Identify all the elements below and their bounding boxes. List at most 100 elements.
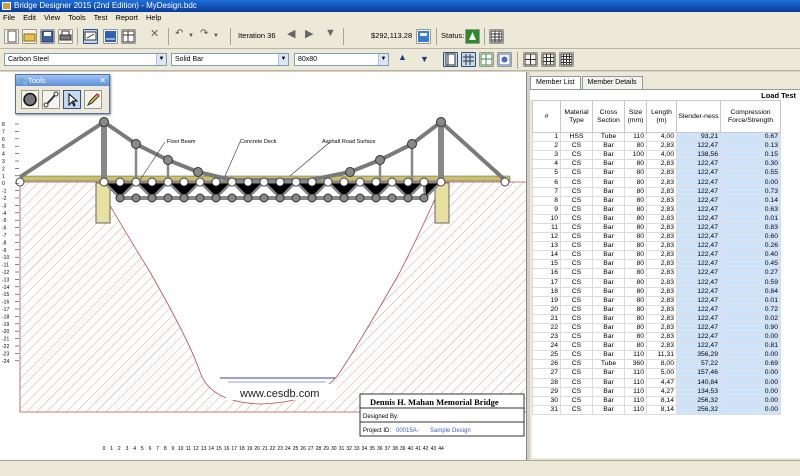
redo-icon[interactable]: ↷ [200,28,208,39]
member-tool-button[interactable] [42,90,60,109]
table-row[interactable]: 31 CS Bar 110 8,14 256,32 0.00 [532,404,781,415]
drawing-board[interactable]: Floor Beam Concrete Deck Asphalt Road Su… [0,72,527,460]
table-row[interactable]: 4 CS Bar 80 2,83 122,47 0.30 [532,159,781,170]
menu-test[interactable]: Test [94,12,108,24]
column-header[interactable]: Slender-ness [676,100,721,133]
close-icon[interactable]: ✕ [99,75,106,86]
bridge-drawing[interactable]: Floor Beam Concrete Deck Asphalt Road Su… [0,72,527,460]
table-cell: 157,46 [676,368,721,379]
medium-grid-button[interactable] [479,52,494,67]
table-cell: 80 [624,332,647,343]
fine-grid-button[interactable] [461,52,476,67]
print-button[interactable] [58,29,73,44]
tab-member-details[interactable]: Member Details [581,76,643,89]
size-select[interactable]: 80x80 ▼ [294,53,389,66]
table-row[interactable]: 7 CS Bar 80 2,83 122,47 0.73 [532,186,781,197]
table-row[interactable]: 19 CS Bar 80 2,83 122,47 0.01 [532,295,781,306]
table-cell: Bar [592,295,625,306]
table-row[interactable]: 20 CS Bar 80 2,83 122,47 0.72 [532,304,781,315]
column-header[interactable]: # [532,100,561,133]
table-row[interactable]: 18 CS Bar 80 2,83 122,47 0.84 [532,286,781,297]
table-row[interactable]: 24 CS Bar 80 2,83 122,47 0.81 [532,341,781,352]
show-grid-button[interactable] [443,52,458,67]
redo-dropdown-icon[interactable]: ▼ [213,33,219,39]
coarse-grid-button[interactable] [497,52,512,67]
material-select[interactable]: Carbon Steel ▼ [4,53,167,66]
increase-size-icon[interactable]: ▲ [398,52,407,62]
table-row[interactable]: 17 CS Bar 80 2,83 122,47 0.59 [532,277,781,288]
table-cell: Bar [592,159,625,170]
x-tick-label: 20 [254,446,260,452]
column-header[interactable]: Compression Force/Strength [720,100,781,133]
table-cell: 2,83 [646,341,677,352]
tools-title-bar[interactable]: 🔧 Tools ✕ [16,75,109,86]
table-row[interactable]: 16 CS Bar 80 2,83 122,47 0.27 [532,268,781,279]
table-row[interactable]: 1 HSS Tube 110 4,00 93,21 0.67 [532,131,781,143]
table-row[interactable]: 6 CS Bar 80 2,83 122,47 0.00 [532,177,781,188]
report-button[interactable] [489,29,504,44]
tools-palette[interactable]: 🔧 Tools ✕ [15,74,110,114]
table-row[interactable]: 22 CS Bar 80 2,83 122,47 0.90 [532,322,781,334]
table-row[interactable]: 21 CS Bar 80 2,83 122,47 0.02 [532,313,781,324]
grid-layout-1-button[interactable] [523,52,538,67]
table-row[interactable]: 3 CS Bar 100 4,00 138,56 0.15 [532,150,781,161]
table-row[interactable]: 2 CS Bar 80 2,83 122,47 0.13 [532,141,781,152]
table-row[interactable]: 30 CS Bar 110 8,14 256,32 0.00 [532,395,781,406]
menu-edit[interactable]: Edit [23,12,36,24]
open-file-button[interactable] [22,29,37,44]
table-row[interactable]: 26 CS Tube 360 8,00 57,22 0.69 [532,359,781,370]
undo-icon[interactable]: ↶ [175,28,183,39]
eraser-tool-button[interactable] [84,90,102,109]
member-table-container[interactable]: # Material Type Cross Section Size (mm) … [532,100,800,458]
table-row[interactable]: 15 CS Bar 80 2,83 122,47 0.45 [532,259,781,270]
drawing-board-button[interactable] [83,29,98,44]
menu-file[interactable]: File [3,12,15,24]
member-table-button[interactable] [121,29,136,44]
menu-tools[interactable]: Tools [68,12,86,24]
table-row[interactable]: 27 CS Bar 110 5,00 157,46 0.00 [532,368,781,379]
undo-dropdown-icon[interactable]: ▼ [188,33,194,39]
select-tool-button[interactable] [63,90,81,109]
column-header[interactable]: Material Type [560,100,593,133]
menu-report[interactable]: Report [115,12,138,24]
iteration-dropdown-icon[interactable]: ▼ [325,27,336,39]
decrease-size-icon[interactable]: ▼ [420,54,429,64]
save-button[interactable] [40,29,55,44]
status-indicator[interactable] [465,29,480,44]
grid-layout-2-button[interactable] [541,52,556,67]
grid-layout-3-button[interactable] [559,52,574,67]
table-row[interactable]: 8 CS Bar 80 2,83 122,47 0.14 [532,195,781,206]
column-header[interactable]: Length (m) [646,100,677,133]
tab-member-list[interactable]: Member List [530,76,581,90]
table-row[interactable]: 9 CS Bar 80 2,83 122,47 0.63 [532,204,781,215]
y-tick-label: -22 [2,344,9,350]
table-row[interactable]: 5 CS Bar 80 2,83 122,47 0.55 [532,168,781,179]
table-row[interactable]: 29 CS Bar 110 4,27 134,53 0.00 [532,386,781,397]
table-row[interactable]: 28 CS Bar 110 4,47 140,84 0.00 [532,377,781,388]
cost-report-button[interactable] [416,29,431,44]
menu-help[interactable]: Help [146,12,161,24]
column-header[interactable]: Size (mm) [624,100,647,133]
table-row[interactable]: 10 CS Bar 80 2,83 122,47 0.01 [532,213,781,224]
table-row[interactable]: 12 CS Bar 80 2,83 122,47 0.60 [532,232,781,243]
table-row[interactable]: 13 CS Bar 80 2,83 122,47 0.26 [532,241,781,252]
table-cell: CS [560,350,593,361]
delete-icon[interactable]: ✕ [150,27,159,40]
next-iteration-icon[interactable]: ▶ [305,27,313,40]
table-row[interactable]: 23 CS Bar 80 2,83 122,47 0.00 [532,332,781,343]
table-cell: Bar [592,341,625,352]
menu-view[interactable]: View [44,12,60,24]
joint-tool-button[interactable] [21,90,39,109]
grid-3x3-icon [542,53,555,66]
column-header[interactable]: Cross Section [592,100,625,133]
table-cell: 122,47 [676,313,721,324]
table-cell: 80 [624,195,647,206]
table-row[interactable]: 11 CS Bar 80 2,83 122,47 0.83 [532,222,781,234]
section-select[interactable]: Solid Bar ▼ [171,53,289,66]
table-row[interactable]: 25 CS Bar 110 11,31 356,29 0.00 [532,350,781,361]
load-test-button[interactable] [103,29,118,44]
previous-iteration-icon[interactable]: ◀ [287,27,295,40]
new-file-button[interactable] [4,29,19,44]
table-row[interactable]: 14 CS Bar 80 2,83 122,47 0.40 [532,250,781,261]
table-cell: CS [560,195,593,206]
